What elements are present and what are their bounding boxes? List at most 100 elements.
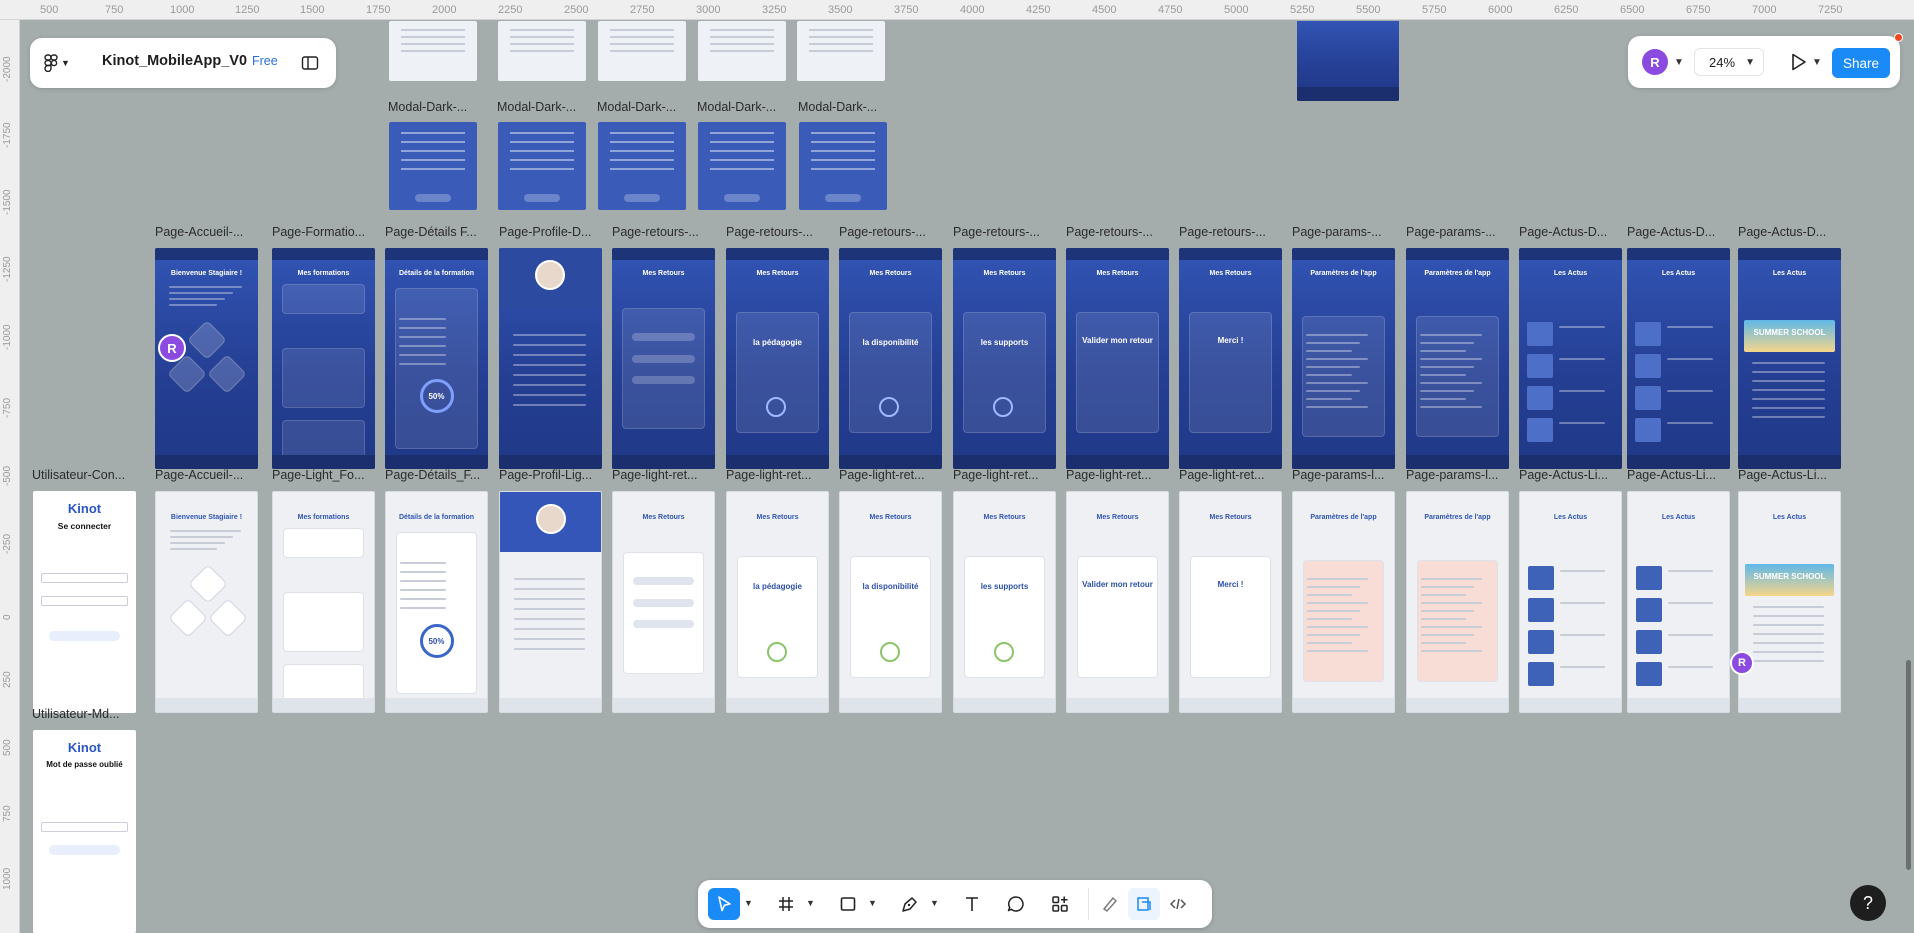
frame-label[interactable]: Page-Détails_F... xyxy=(385,468,495,482)
frame-label[interactable]: Page-Détails F... xyxy=(385,225,495,239)
frame-partial-dark[interactable] xyxy=(1297,21,1399,101)
mobile-screen-frame[interactable]: Mes Retours les supports xyxy=(953,248,1056,469)
frame-label[interactable]: Modal-Dark-... xyxy=(697,100,807,114)
dev-mode-button[interactable] xyxy=(1162,888,1194,920)
mobile-screen-frame[interactable] xyxy=(499,491,602,713)
text-tool-button[interactable] xyxy=(956,888,988,920)
mobile-screen-frame[interactable]: Mes Retours Merci ! xyxy=(1179,491,1282,713)
frame-label[interactable]: Page-retours-... xyxy=(1179,225,1289,239)
frame-label[interactable]: Page-retours-... xyxy=(726,225,836,239)
modal-frame[interactable] xyxy=(389,122,477,210)
frame-label[interactable]: Page-Actus-D... xyxy=(1627,225,1737,239)
chevron-down-icon[interactable]: ▼ xyxy=(930,898,939,908)
modal-frame-partial[interactable] xyxy=(389,21,477,81)
modal-frame[interactable] xyxy=(598,122,686,210)
frame-label[interactable]: Page-Profil-Lig... xyxy=(499,468,609,482)
frame-label[interactable]: Page-light-ret... xyxy=(726,468,836,482)
move-tool-button[interactable] xyxy=(708,888,740,920)
mobile-screen-frame[interactable]: Mes Retours les supports xyxy=(953,491,1056,713)
mobile-screen-frame[interactable]: Mes Retours la pédagogie xyxy=(726,491,829,713)
frame-label[interactable]: Page-Actus-D... xyxy=(1738,225,1848,239)
frame-label[interactable]: Page-params-l... xyxy=(1406,468,1516,482)
mobile-screen-frame[interactable]: Mes Retours Merci ! xyxy=(1179,248,1282,469)
chevron-down-icon[interactable]: ▼ xyxy=(1674,57,1684,68)
modal-frame-partial[interactable] xyxy=(498,21,586,81)
main-menu-button[interactable]: ▼ xyxy=(44,51,80,75)
frame-label[interactable]: Page-light-ret... xyxy=(612,468,722,482)
help-button[interactable]: ? xyxy=(1850,885,1886,921)
frame-label[interactable]: Page-light-ret... xyxy=(1179,468,1289,482)
mobile-screen-frame[interactable]: Bienvenue Stagiaire ! xyxy=(155,491,258,713)
mobile-screen-frame[interactable]: Paramètres de l'app xyxy=(1292,248,1395,469)
frame-label[interactable]: Page-Formatio... xyxy=(272,225,382,239)
modal-frame[interactable] xyxy=(698,122,786,210)
frame-label[interactable]: Page-retours-... xyxy=(1066,225,1176,239)
frame-label[interactable]: Modal-Dark-... xyxy=(798,100,908,114)
frame-label[interactable]: Utilisateur-Con... xyxy=(32,468,142,482)
mobile-screen-frame[interactable]: Mes formations xyxy=(272,491,375,713)
mobile-screen-frame[interactable]: Les Actus SUMMER SCHOOL xyxy=(1738,248,1841,469)
mobile-screen-frame[interactable]: Mes formations xyxy=(272,248,375,469)
modal-frame[interactable] xyxy=(498,122,586,210)
mobile-screen-frame[interactable]: Mes Retours xyxy=(612,491,715,713)
modal-frame-partial[interactable] xyxy=(698,21,786,81)
chevron-down-icon[interactable]: ▼ xyxy=(868,898,877,908)
share-button[interactable]: Share xyxy=(1832,48,1890,78)
mobile-screen-frame[interactable]: Les Actus xyxy=(1519,248,1622,469)
mobile-screen-frame[interactable]: Les Actus xyxy=(1627,491,1730,713)
mobile-screen-frame[interactable]: Paramètres de l'app xyxy=(1292,491,1395,713)
frame-label[interactable]: Page-params-... xyxy=(1292,225,1402,239)
collaborator-avatar[interactable]: R xyxy=(1730,651,1754,675)
mobile-screen-frame[interactable]: Détails de la formation 50% xyxy=(385,248,488,469)
mobile-screen-frame[interactable]: Les Actus SUMMER SCHOOL xyxy=(1738,491,1841,713)
pen-tool-button[interactable] xyxy=(894,888,926,920)
mobile-screen-frame[interactable] xyxy=(499,248,602,469)
shape-tool-button[interactable] xyxy=(832,888,864,920)
mobile-screen-frame[interactable]: Les Actus xyxy=(1627,248,1730,469)
frame-label[interactable]: Utilisateur-Md... xyxy=(32,707,142,721)
mobile-screen-frame[interactable]: Mes Retours Valider mon retour xyxy=(1066,491,1169,713)
frame-label[interactable]: Modal-Dark-... xyxy=(597,100,707,114)
mobile-screen-frame[interactable]: Paramètres de l'app xyxy=(1406,248,1509,469)
frame-label[interactable]: Page-light-ret... xyxy=(1066,468,1176,482)
draw-mode-button[interactable] xyxy=(1094,888,1126,920)
design-mode-button[interactable] xyxy=(1128,888,1160,920)
collaborator-avatar[interactable]: R xyxy=(158,334,186,362)
mobile-screen-frame[interactable]: Mes Retours la disponibilité xyxy=(839,248,942,469)
frame-tool-button[interactable] xyxy=(770,888,802,920)
design-canvas[interactable]: Modal-Dark-... Modal-Dark-... Modal-Dark-.… xyxy=(21,21,1914,933)
modal-frame-partial[interactable] xyxy=(797,21,885,81)
zoom-dropdown[interactable]: 24% ▼ xyxy=(1694,48,1764,76)
frame-label[interactable]: Page-retours-... xyxy=(953,225,1063,239)
mobile-screen-frame[interactable]: Mes Retours la pédagogie xyxy=(726,248,829,469)
frame-label[interactable]: Modal-Dark-... xyxy=(497,100,607,114)
frame-label[interactable]: Page-Actus-Li... xyxy=(1738,468,1848,482)
mobile-screen-frame[interactable]: Paramètres de l'app xyxy=(1406,491,1509,713)
frame-label[interactable]: Page-Actus-D... xyxy=(1519,225,1629,239)
mobile-screen-frame[interactable]: Mes Retours Valider mon retour xyxy=(1066,248,1169,469)
frame-label[interactable]: Page-light-ret... xyxy=(953,468,1063,482)
present-button[interactable]: ▼ xyxy=(1788,49,1822,75)
modal-frame-partial[interactable] xyxy=(598,21,686,81)
chevron-down-icon[interactable]: ▼ xyxy=(806,898,815,908)
comment-tool-button[interactable] xyxy=(1000,888,1032,920)
frame-forgot-password-screen[interactable]: Kinot Mot de passe oublié xyxy=(33,730,136,933)
user-avatar[interactable]: R xyxy=(1642,49,1668,75)
frame-label[interactable]: Page-Profile-D... xyxy=(499,225,609,239)
mobile-screen-frame[interactable]: Mes Retours la disponibilité xyxy=(839,491,942,713)
frame-label[interactable]: Page-params-l... xyxy=(1292,468,1402,482)
frame-label[interactable]: Page-Accueil-... xyxy=(155,225,265,239)
mobile-screen-frame[interactable]: Mes Retours xyxy=(612,248,715,469)
plan-badge[interactable]: Free xyxy=(252,54,278,68)
file-title[interactable]: Kinot_MobileApp_V0 xyxy=(102,53,247,69)
frame-label[interactable]: Page-Actus-Li... xyxy=(1627,468,1737,482)
frame-login-screen[interactable]: Kinot Se connecter xyxy=(33,491,136,713)
chevron-down-icon[interactable]: ▼ xyxy=(744,898,753,908)
frame-label[interactable]: Page-Actus-Li... xyxy=(1519,468,1629,482)
modal-frame[interactable] xyxy=(799,122,887,210)
mobile-screen-frame[interactable]: Détails de la formation 50% xyxy=(385,491,488,713)
frame-label[interactable]: Page-light-ret... xyxy=(839,468,949,482)
vertical-scrollbar[interactable] xyxy=(1906,660,1911,870)
sidebar-toggle-button[interactable] xyxy=(300,53,320,73)
mobile-screen-frame[interactable]: Les Actus xyxy=(1519,491,1622,713)
